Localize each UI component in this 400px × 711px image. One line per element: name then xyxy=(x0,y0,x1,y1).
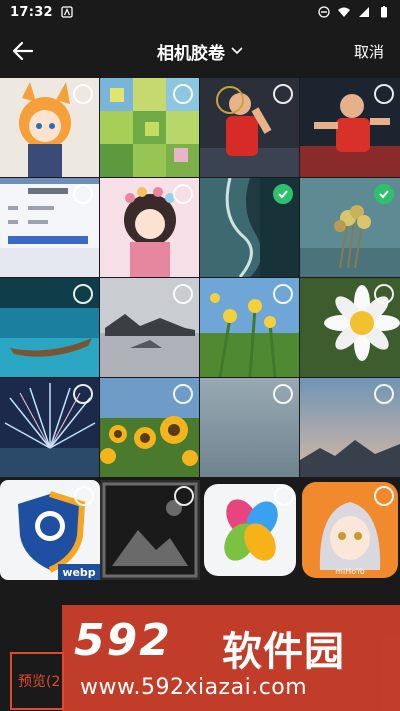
checkmark-icon xyxy=(379,190,389,199)
photo-grid xyxy=(0,78,400,478)
photo-cell[interactable]: miHoYo xyxy=(300,480,400,580)
photo-cell[interactable] xyxy=(200,378,299,477)
photo-cell[interactable] xyxy=(200,278,299,377)
signal-icon xyxy=(359,7,369,17)
select-checkbox[interactable] xyxy=(273,84,293,104)
mihoyo-label: miHoYo xyxy=(335,567,365,576)
select-checkbox[interactable] xyxy=(173,284,193,304)
watermark-brand: 软件园 xyxy=(222,629,345,675)
site-watermark: 592 软件园 www.592xiazai.com xyxy=(62,605,400,711)
album-selector[interactable]: 相机胶卷 xyxy=(157,39,243,64)
chevron-down-icon xyxy=(231,47,243,55)
select-checkbox[interactable] xyxy=(174,486,194,506)
preview-button[interactable]: 预览(2 xyxy=(10,652,64,710)
photo-cell[interactable] xyxy=(100,378,199,477)
watermark-url: www.592xiazai.com xyxy=(80,675,308,700)
back-arrow-icon[interactable] xyxy=(10,38,36,64)
photo-cell[interactable] xyxy=(0,178,99,277)
photo-cell[interactable] xyxy=(200,78,299,177)
select-checkbox[interactable] xyxy=(374,384,394,404)
select-checkbox[interactable] xyxy=(73,184,93,204)
photo-cell[interactable] xyxy=(300,178,400,277)
photo-cell[interactable] xyxy=(200,178,299,277)
photo-cell[interactable] xyxy=(100,278,199,377)
status-bar: 17:32 xyxy=(0,0,400,24)
select-checkbox[interactable] xyxy=(173,184,193,204)
select-checkbox[interactable] xyxy=(374,284,394,304)
photo-cell[interactable] xyxy=(0,278,99,377)
status-left-icons xyxy=(61,6,73,18)
battery-icon xyxy=(381,6,387,18)
select-checkbox[interactable] xyxy=(173,384,193,404)
select-checkbox-checked[interactable] xyxy=(273,184,293,204)
select-checkbox[interactable] xyxy=(73,384,93,404)
photo-cell[interactable] xyxy=(300,378,400,477)
photo-cell[interactable] xyxy=(0,78,99,177)
checkmark-icon xyxy=(278,190,288,199)
webp-badge: webp xyxy=(62,566,95,579)
photo-cell[interactable] xyxy=(200,480,300,580)
photo-cell[interactable] xyxy=(300,278,400,377)
select-checkbox[interactable] xyxy=(173,84,193,104)
select-checkbox-checked[interactable] xyxy=(374,184,394,204)
notification-icon xyxy=(61,6,73,18)
status-right-icons xyxy=(318,6,390,18)
select-checkbox[interactable] xyxy=(274,486,294,506)
photo-cell[interactable] xyxy=(100,78,199,177)
select-checkbox[interactable] xyxy=(273,384,293,404)
wifi-icon xyxy=(338,7,350,17)
select-checkbox[interactable] xyxy=(74,486,94,506)
photo-cell[interactable] xyxy=(100,178,199,277)
select-checkbox[interactable] xyxy=(374,486,394,506)
album-title: 相机胶卷 xyxy=(157,43,225,64)
select-checkbox[interactable] xyxy=(374,84,394,104)
app-icon-row: webp miHoYo xyxy=(0,480,400,580)
top-bar: 相机胶卷 取消 xyxy=(0,24,400,78)
select-checkbox[interactable] xyxy=(273,284,293,304)
dnd-icon xyxy=(318,6,330,18)
cancel-button[interactable]: 取消 xyxy=(354,41,384,62)
photo-cell[interactable] xyxy=(300,78,400,177)
status-time: 17:32 xyxy=(10,4,53,20)
photo-cell[interactable]: webp xyxy=(0,480,100,580)
photo-cell[interactable] xyxy=(0,378,99,477)
watermark-number: 592 xyxy=(74,615,172,666)
select-checkbox[interactable] xyxy=(73,84,93,104)
select-checkbox[interactable] xyxy=(73,284,93,304)
photo-cell[interactable] xyxy=(100,480,200,580)
